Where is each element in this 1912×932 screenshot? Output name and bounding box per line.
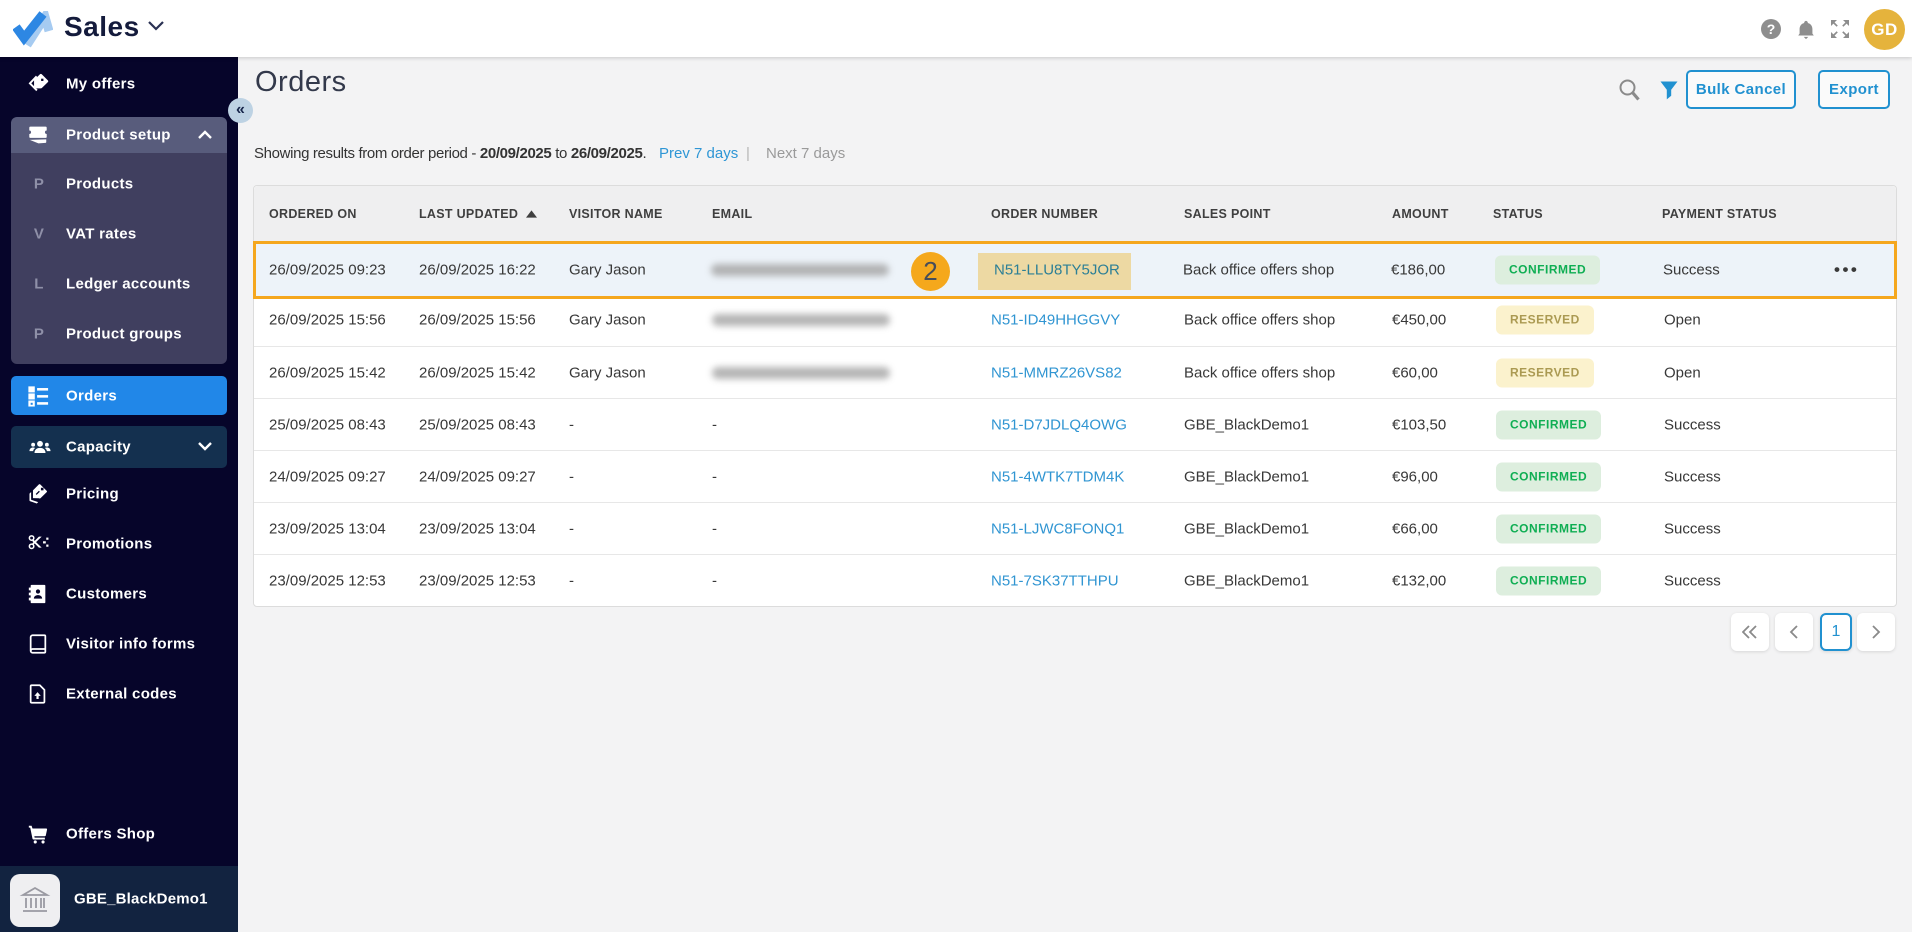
svg-text:?: ? <box>1767 21 1776 37</box>
